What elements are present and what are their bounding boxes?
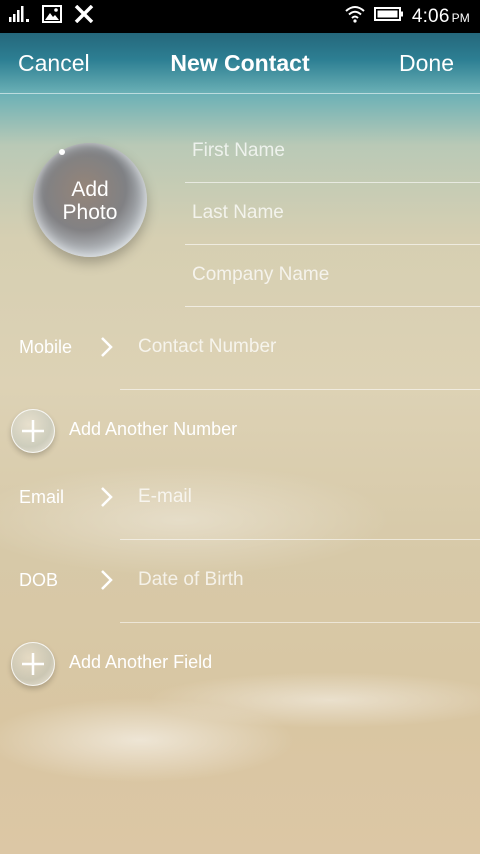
chevron-right-icon[interactable]: [98, 568, 116, 592]
add-photo-label-line1: Add: [71, 178, 109, 201]
email-input[interactable]: [136, 485, 460, 509]
dob-label[interactable]: DOB: [19, 570, 58, 591]
add-circle-icon: [11, 409, 55, 453]
date-of-birth-input[interactable]: [136, 568, 460, 592]
add-photo-button[interactable]: Add Photo: [33, 143, 147, 257]
divider: [120, 622, 480, 623]
contact-number-input[interactable]: [136, 335, 460, 359]
status-right: 4:06 PM: [344, 5, 470, 28]
mobile-row: Mobile: [0, 307, 480, 390]
chevron-right-icon[interactable]: [98, 335, 116, 359]
status-left: [8, 4, 94, 28]
chevron-right-icon[interactable]: [98, 485, 116, 509]
x-icon: [74, 4, 94, 28]
first-name-row: [185, 121, 480, 183]
add-another-number-label: Add Another Number: [69, 419, 238, 439]
mobile-label[interactable]: Mobile: [19, 337, 72, 358]
clock: 4:06 PM: [412, 6, 470, 28]
clock-time: 4:06: [411, 5, 450, 27]
battery-icon: [373, 6, 404, 27]
signal-icon: [8, 5, 30, 28]
image-icon: [42, 5, 62, 28]
clock-ampm: PM: [451, 10, 470, 25]
cancel-button[interactable]: Cancel: [18, 50, 90, 77]
add-another-field-label: Add Another Field: [69, 652, 213, 672]
status-bar: 4:06 PM: [0, 0, 480, 33]
add-another-number-button[interactable]: Add Another Number: [0, 396, 480, 466]
email-label[interactable]: Email: [19, 487, 64, 508]
company-name-input[interactable]: [190, 263, 474, 287]
app-header: Cancel New Contact Done: [0, 33, 480, 94]
add-another-field-button[interactable]: Add Another Field: [0, 629, 480, 699]
divider: [120, 389, 480, 390]
dob-row: DOB: [0, 540, 480, 623]
last-name-row: [185, 183, 480, 245]
first-name-input[interactable]: [190, 139, 474, 163]
page-title: New Contact: [170, 50, 310, 76]
company-name-row: [185, 245, 480, 307]
add-photo-label: Add Photo: [33, 178, 147, 224]
add-photo-label-line2: Photo: [62, 201, 118, 224]
add-circle-icon: [11, 642, 55, 686]
last-name-input[interactable]: [190, 201, 474, 225]
done-button[interactable]: Done: [399, 50, 454, 77]
photo-glint: [59, 149, 65, 155]
email-row: Email: [0, 457, 480, 540]
wifi-icon: [344, 5, 366, 28]
